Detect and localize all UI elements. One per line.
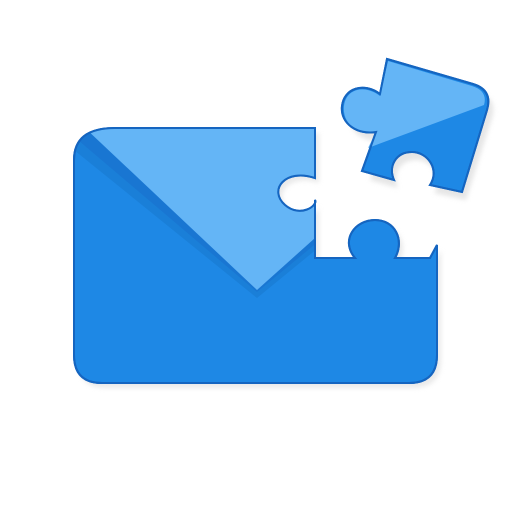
app-icon-canvas	[0, 0, 512, 512]
puzzle-piece-icon	[340, 57, 490, 194]
mail-puzzle-icon	[73, 57, 494, 388]
